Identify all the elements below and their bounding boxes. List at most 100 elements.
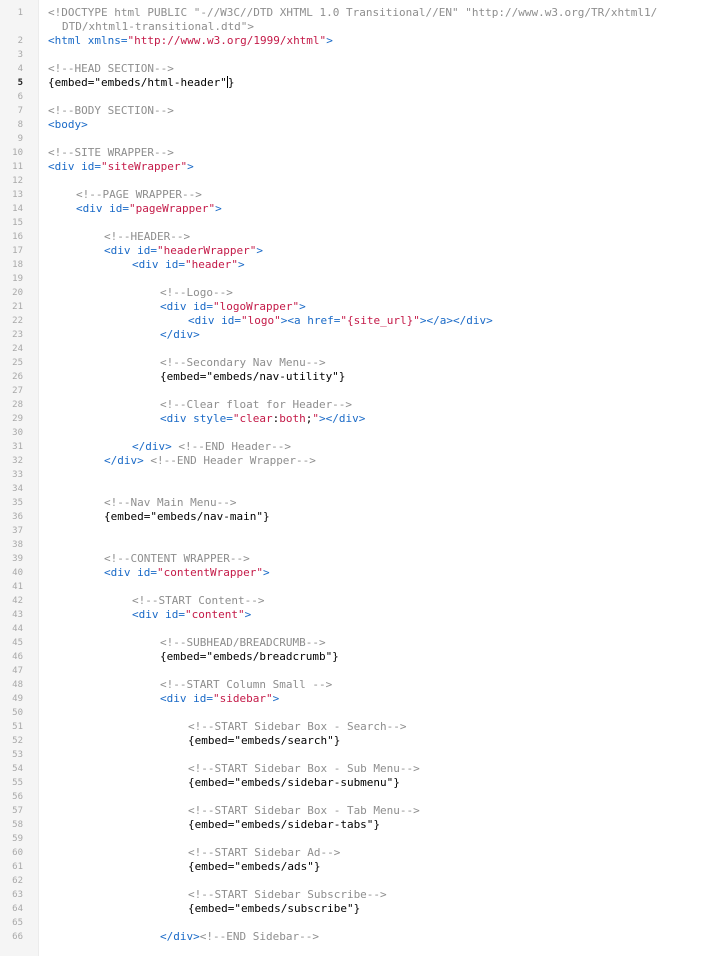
code-line[interactable]: 33 <box>0 468 708 482</box>
code-line[interactable]: 39 <!--CONTENT WRAPPER--> <box>0 552 708 566</box>
code-line[interactable]: 8 <body> <box>0 118 708 132</box>
code-line[interactable]: 46 {embed="embeds/breadcrumb"} <box>0 650 708 664</box>
code-line[interactable]: 49 <div id="sidebar"> <box>0 692 708 706</box>
code-text: </div> <!--END Header Wrapper--> <box>104 454 316 468</box>
code-line[interactable]: 17 <div id="headerWrapper"> <box>0 244 708 258</box>
code-line[interactable]: 64 {embed="embeds/subscribe"} <box>0 902 708 916</box>
code-line[interactable]: 10 <!--SITE WRAPPER--> <box>0 146 708 160</box>
code-text: <!--START Column Small --> <box>160 678 332 692</box>
code-text: <!--PAGE WRAPPER--> <box>76 188 202 202</box>
code-text: <div id="logoWrapper"> <box>160 300 306 314</box>
code-line[interactable]: 16 <!--HEADER--> <box>0 230 708 244</box>
code-token: <!--START Sidebar Box - Sub Menu--> <box>188 762 420 775</box>
code-line[interactable]: 26 {embed="embeds/nav-utility"} <box>0 370 708 384</box>
code-line[interactable]: 34 <box>0 482 708 496</box>
line-number: 47 <box>12 666 23 676</box>
line-number: 61 <box>12 862 23 872</box>
code-line[interactable]: 3 <box>0 48 708 62</box>
code-line[interactable]: 48 <!--START Column Small --> <box>0 678 708 692</box>
code-line[interactable]: 35 <!--Nav Main Menu--> <box>0 496 708 510</box>
code-line[interactable]: 19 <box>0 272 708 286</box>
code-line[interactable]: 22 <div id="logo"><a href="{site_url}"></… <box>0 314 708 328</box>
code-line[interactable]: 24 <box>0 342 708 356</box>
code-line[interactable]: 44 <box>0 622 708 636</box>
code-token: <!--START Content--> <box>132 594 265 607</box>
code-line[interactable]: 28 <!--Clear float for Header--> <box>0 398 708 412</box>
code-area[interactable]: 1 <!DOCTYPE html PUBLIC "-//W3C//DTD XHTM… <box>0 6 708 944</box>
code-line[interactable]: 32 </div> <!--END Header Wrapper--> <box>0 454 708 468</box>
code-line[interactable]: 27 <box>0 384 708 398</box>
code-line[interactable]: 59 <box>0 832 708 846</box>
code-text: <!--Clear float for Header--> <box>160 398 352 412</box>
code-line[interactable]: 55 {embed="embeds/sidebar-submenu"} <box>0 776 708 790</box>
line-number: 6 <box>17 92 23 102</box>
code-line[interactable]: 52 {embed="embeds/search"} <box>0 734 708 748</box>
code-line[interactable]: 37 <box>0 524 708 538</box>
code-line[interactable]: 5 {embed="embeds/html-header"} <box>0 76 708 90</box>
code-token: ></a></div> <box>419 314 493 327</box>
code-line[interactable]: 53 <box>0 748 708 762</box>
code-line[interactable]: 57 <!--START Sidebar Box - Tab Menu--> <box>0 804 708 818</box>
code-token: <div <box>132 258 166 271</box>
code-token: <div <box>160 300 194 313</box>
code-line[interactable]: 13 <!--PAGE WRAPPER--> <box>0 188 708 202</box>
code-line[interactable]: 18 <div id="header"> <box>0 258 708 272</box>
code-token: id= <box>221 314 241 327</box>
code-line[interactable]: 47 <box>0 664 708 678</box>
code-token: id= <box>81 160 101 173</box>
code-line[interactable]: 12 <box>0 174 708 188</box>
line-number: 7 <box>17 106 23 116</box>
code-line[interactable]: 31 </div> <!--END Header--> <box>0 440 708 454</box>
code-line[interactable]: 50 <box>0 706 708 720</box>
code-line[interactable]: 30 <box>0 426 708 440</box>
line-number: 65 <box>12 918 23 928</box>
code-token: <!--BODY SECTION--> <box>48 104 174 117</box>
code-line[interactable]: 63 <!--START Sidebar Subscribe--> <box>0 888 708 902</box>
code-line[interactable]: 51 <!--START Sidebar Box - Search--> <box>0 720 708 734</box>
code-line[interactable]: 38 <box>0 538 708 552</box>
code-line[interactable]: 7 <!--BODY SECTION--> <box>0 104 708 118</box>
code-token: "sidebar" <box>213 692 273 705</box>
code-line[interactable]: 60 <!--START Sidebar Ad--> <box>0 846 708 860</box>
code-token: {embed="embeds/sidebar-tabs"} <box>188 818 381 831</box>
code-line[interactable]: 56 <box>0 790 708 804</box>
code-line[interactable]: 15 <box>0 216 708 230</box>
code-line[interactable]: 45 <!--SUBHEAD/BREADCRUMB--> <box>0 636 708 650</box>
code-line[interactable]: 1 <!DOCTYPE html PUBLIC "-//W3C//DTD XHTM… <box>0 6 708 20</box>
code-line[interactable]: 66 </div><!--END Sidebar--> <box>0 930 708 944</box>
code-token: "clear <box>232 412 273 425</box>
code-line[interactable]: 9 <box>0 132 708 146</box>
code-text: <div id="siteWrapper"> <box>48 160 194 174</box>
code-line[interactable]: 14 <div id="pageWrapper"> <box>0 202 708 216</box>
code-line[interactable]: 42 <!--START Content--> <box>0 594 708 608</box>
code-text: {embed="embeds/nav-utility"} <box>160 370 345 384</box>
code-line[interactable]: 41 <box>0 580 708 594</box>
code-line[interactable]: 4 <!--HEAD SECTION--> <box>0 62 708 76</box>
code-token: <!--START Column Small --> <box>160 678 333 691</box>
code-token: {embed="embeds/search"} <box>188 734 341 747</box>
code-line[interactable]: 25 <!--Secondary Nav Menu--> <box>0 356 708 370</box>
code-line[interactable]: 43 <div id="content"> <box>0 608 708 622</box>
code-editor[interactable]: 1 <!DOCTYPE html PUBLIC "-//W3C//DTD XHTM… <box>0 0 708 956</box>
code-line[interactable]: 54 <!--START Sidebar Box - Sub Menu--> <box>0 762 708 776</box>
code-line[interactable]: 11 <div id="siteWrapper"> <box>0 160 708 174</box>
code-line[interactable]: 62 <box>0 874 708 888</box>
code-line[interactable]: 58 {embed="embeds/sidebar-tabs"} <box>0 818 708 832</box>
code-line[interactable]: 6 <box>0 90 708 104</box>
code-line[interactable]: 65 <box>0 916 708 930</box>
code-token: {embed="embeds/subscribe"} <box>188 902 361 915</box>
code-line[interactable]: 29 <div style="clear:both;"></div> <box>0 412 708 426</box>
code-line[interactable]: 36 {embed="embeds/nav-main"} <box>0 510 708 524</box>
code-token: id= <box>137 566 157 579</box>
code-line[interactable]: 40 <div id="contentWrapper"> <box>0 566 708 580</box>
code-line[interactable]: 61 {embed="embeds/ads"} <box>0 860 708 874</box>
code-token: > <box>187 160 194 173</box>
code-line[interactable]: 23 </div> <box>0 328 708 342</box>
line-number: 5 <box>17 78 23 88</box>
code-line[interactable]: 20 <!--Logo--> <box>0 286 708 300</box>
code-line[interactable]: DTD/xhtml1-transitional.dtd"> <box>0 20 708 34</box>
code-line[interactable]: 2 <html xmlns="http://www.w3.org/1999/xht… <box>0 34 708 48</box>
code-token: </div> <box>160 328 200 341</box>
code-line[interactable]: 21 <div id="logoWrapper"> <box>0 300 708 314</box>
code-token: "pageWrapper" <box>129 202 216 215</box>
